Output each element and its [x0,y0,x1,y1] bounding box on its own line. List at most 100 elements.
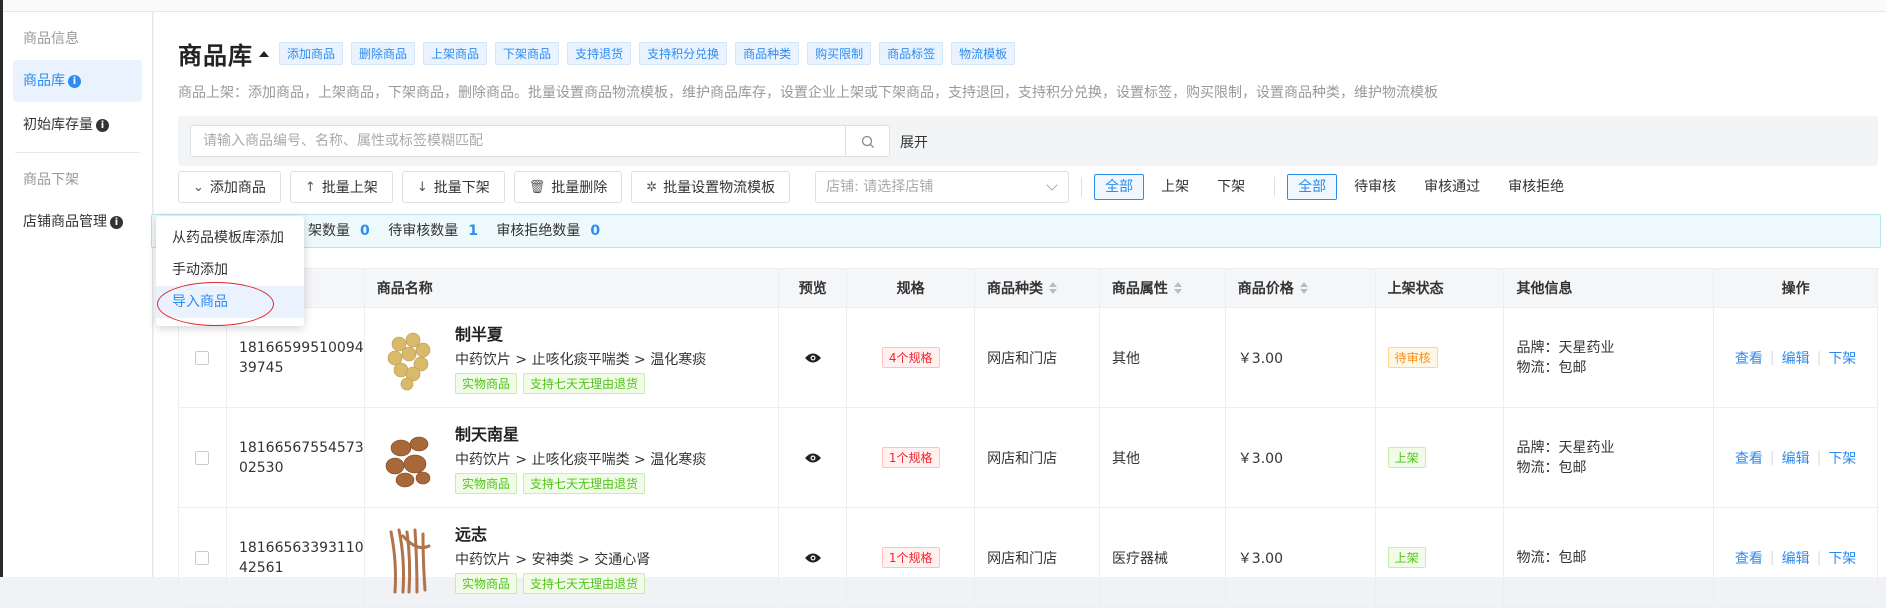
product-tags: 实物商品 支持七天无理由退货 [454,473,706,494]
header-attr[interactable]: 商品属性 [1100,269,1226,307]
row-checkbox[interactable] [195,350,210,365]
menu-item-manual-add[interactable]: 手动添加 [156,254,304,286]
edit-link[interactable]: 编辑 [1782,448,1810,468]
other-cell: 品牌：天星药业 物流：包邮 [1504,408,1715,507]
product-name[interactable]: 远志 [455,521,651,545]
sort-icon[interactable] [1173,282,1182,294]
add-product-button[interactable]: ⌄ 添加商品 [178,171,281,203]
row-checkbox[interactable] [195,550,210,565]
header-name: 商品名称 [365,269,780,307]
tag-product-label[interactable]: 商品标签 [879,42,944,65]
spec-badge[interactable]: 1个规格 [881,547,940,568]
tag-unshelve-product[interactable]: 下架商品 [495,42,560,65]
product-thumbnail [385,436,431,487]
collapse-caret-icon[interactable] [259,50,269,57]
kind-cell: 网店和门店 [975,508,1100,607]
main-content: 商品库 添加商品 删除商品 上架商品 下架商品 支持退货 支持积分兑换 商品种类… [154,12,1886,608]
header-attr-label: 商品属性 [1111,281,1168,297]
other-cell: 物流：包邮 [1504,508,1715,607]
shop-select[interactable]: 店铺: 请选择店铺 [815,171,1070,203]
unshelve-link[interactable]: 下架 [1828,448,1856,468]
product-name[interactable]: 制天南星 [455,421,706,445]
edit-link[interactable]: 编辑 [1782,548,1810,568]
row-checkbox-cell [179,408,227,507]
tag-delete-product[interactable]: 删除商品 [351,42,416,65]
header-preview: 预览 [779,269,848,307]
product-category: 中药饮片 > 止咳化痰平喘类 > 温化寒痰 [454,452,707,468]
price-cell: ￥3.00 [1226,408,1376,507]
spec-badge[interactable]: 4个规格 [881,347,940,368]
preview-cell [779,408,848,507]
table-row: 18166563393110 42561 远志 中药饮片 > 安神类 > 交通心… [178,508,1878,608]
preview-cell [779,308,848,407]
sidebar-item-store-product-management[interactable]: 店铺商品管理 i [13,201,142,243]
audit-filter-pending[interactable]: 待审核 [1343,174,1407,200]
ops-cell: 查看 | 编辑 | 下架 [1734,448,1857,468]
sidebar: 商品信息 商品库 i 初始库存量 i 商品下架 店铺商品管理 i [3,12,153,577]
eye-icon[interactable] [804,452,822,464]
view-link[interactable]: 查看 [1735,448,1763,468]
shelf-filter-off[interactable]: 下架 [1206,174,1256,200]
state-cell: 待审核 [1376,308,1505,407]
expand-filters-link[interactable]: 展开 [900,132,928,152]
kind-cell: 网店和门店 [975,408,1100,507]
batch-logistics-label: 批量设置物流模板 [663,180,776,196]
tag-shelve-product[interactable]: 上架商品 [423,42,488,65]
sidebar-divider [15,152,140,153]
audit-filter-rejected[interactable]: 审核拒绝 [1497,174,1575,200]
row-checkbox[interactable] [195,450,210,465]
shelf-filter-on[interactable]: 上架 [1150,174,1200,200]
product-id: 18166567554573 02530 [238,439,364,476]
header-kind-label: 商品种类 [987,281,1044,297]
other-cell: 品牌：天星药业 物流：包邮 [1504,308,1715,407]
eye-icon[interactable] [804,352,822,364]
shop-select-placeholder: 店铺: 请选择店铺 [826,179,934,195]
tag-support-return[interactable]: 支持退货 [567,42,632,65]
spec-cell: 1个规格 [847,508,976,607]
search-input[interactable]: 请输入商品编号、名称、属性或标签模糊匹配 [190,125,846,157]
tag-logistics-template[interactable]: 物流模板 [951,42,1016,65]
edit-link[interactable]: 编辑 [1782,348,1810,368]
tag-points-exchange[interactable]: 支持积分兑换 [639,42,728,65]
sidebar-item-product-library[interactable]: 商品库 i [13,60,142,102]
audit-filter-all[interactable]: 全部 [1287,174,1338,200]
menu-item-add-from-template[interactable]: 从药品模板库添加 [156,222,304,254]
audit-filter-approved[interactable]: 审核通过 [1413,174,1491,200]
sort-icon[interactable] [1299,282,1308,294]
unshelve-link[interactable]: 下架 [1828,348,1856,368]
product-name[interactable]: 制半夏 [455,321,706,345]
state-cell: 上架 [1376,508,1505,607]
arrow-up-icon: ↑ [304,179,316,195]
view-link[interactable]: 查看 [1735,348,1763,368]
header-price[interactable]: 商品价格 [1226,269,1376,307]
sidebar-item-initial-stock[interactable]: 初始库存量 i [13,104,142,146]
search-button[interactable] [846,125,890,157]
product-id-cell: 18166563393110 42561 [227,508,365,607]
header-price-label: 商品价格 [1237,281,1294,297]
header-kind[interactable]: 商品种类 [975,269,1100,307]
page-description: 商品上架：添加商品，上架商品，下架商品，删除商品。批量设置商品物流模板，维护商品… [178,85,1438,101]
batch-unshelve-button[interactable]: ↓ 批量下架 [401,171,505,203]
info-icon[interactable]: i [96,118,109,132]
eye-icon[interactable] [804,552,822,564]
product-info: 远志 中药饮片 > 安神类 > 交通心肾 实物商品 支持七天无理由退货 [454,521,651,594]
table-header: 商品名称 预览 规格 商品种类 商品属性 商品价格 上架状态 其他信息 操作 [178,268,1878,308]
toolbar-divider [1081,177,1083,197]
search-icon [861,135,874,148]
tag-product-kind[interactable]: 商品种类 [735,42,800,65]
sidebar-group-product-offshelf: 商品下架 [23,172,79,188]
sort-icon[interactable] [1049,282,1058,294]
info-icon[interactable]: i [68,74,81,88]
view-link[interactable]: 查看 [1735,548,1763,568]
batch-delete-button[interactable]: 🗑 批量删除 [513,171,623,203]
unshelve-link[interactable]: 下架 [1828,548,1856,568]
batch-shelve-button[interactable]: ↑ 批量上架 [289,171,393,203]
trash-icon: 🗑 [528,179,546,195]
tag-purchase-limit[interactable]: 购买限制 [807,42,872,65]
tag-add-product[interactable]: 添加商品 [279,42,344,65]
info-icon[interactable]: i [110,215,123,229]
product-id-cell: 18166567554573 02530 [227,408,365,507]
shelf-filter-all[interactable]: 全部 [1094,174,1145,200]
spec-badge[interactable]: 1个规格 [881,447,940,468]
batch-logistics-button[interactable]: ✲ 批量设置物流模板 [631,171,791,203]
